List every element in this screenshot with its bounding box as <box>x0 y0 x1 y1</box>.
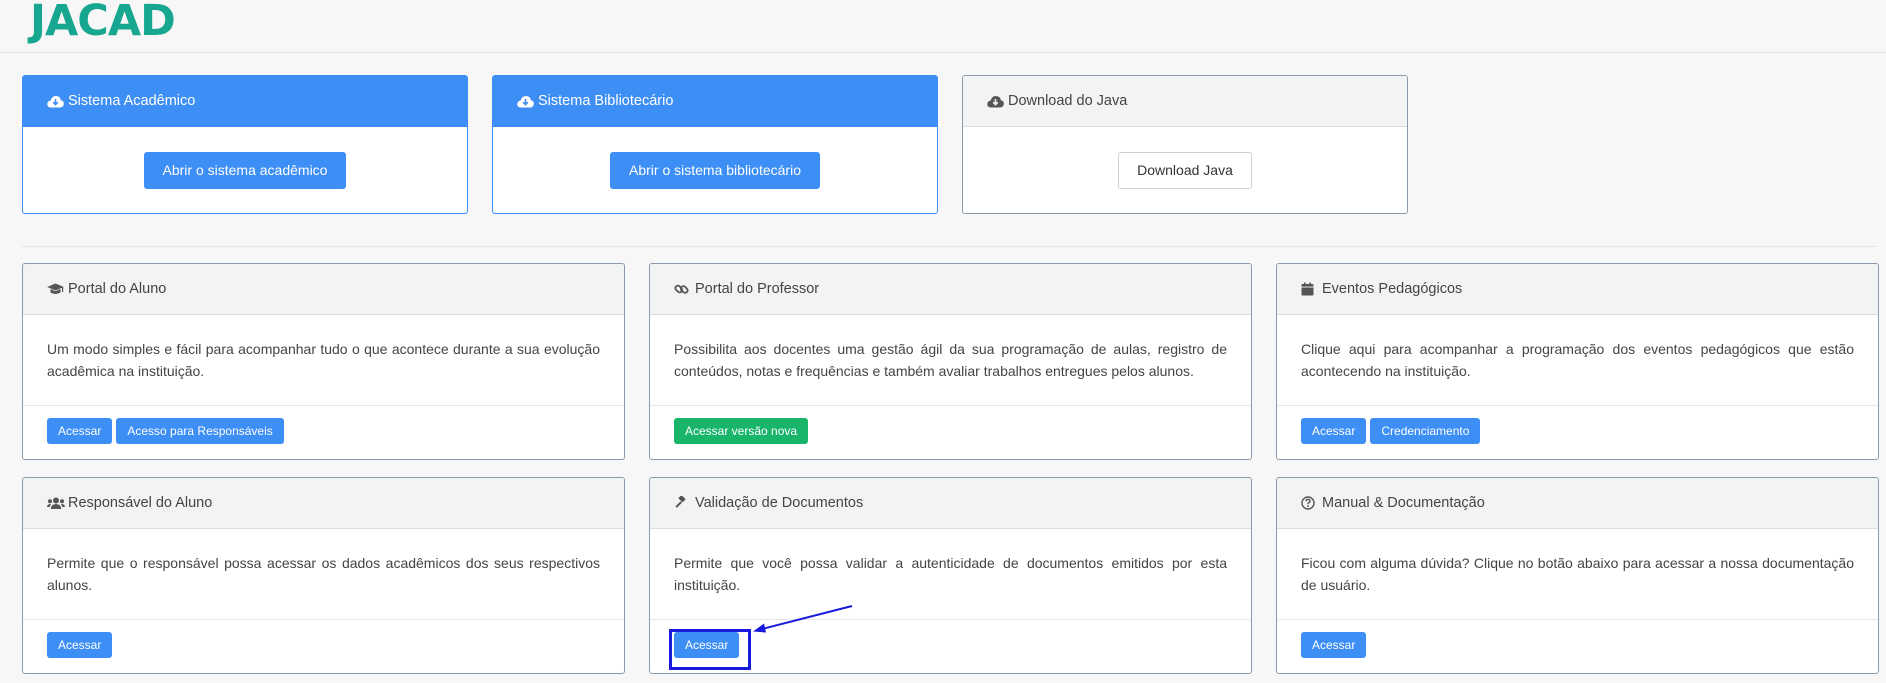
card-title: Download do Java <box>1008 93 1128 109</box>
credenciamento-button[interactable]: Credenciamento <box>1370 418 1481 444</box>
card-description: Clique aqui para acompanhar a programaçã… <box>1277 315 1878 406</box>
card-portal-professor: Portal do Professor Possibilita aos doce… <box>649 263 1252 460</box>
card-title: Portal do Aluno <box>68 281 167 297</box>
jacad-logo[interactable]: JACAD <box>30 0 176 46</box>
card-manual-documentacao: Manual & Documentação Ficou com alguma d… <box>1276 477 1879 674</box>
card-body: Abrir o sistema bibliotecário <box>493 127 937 213</box>
portal-aluno-acessar-button[interactable]: Acessar <box>47 418 113 444</box>
card-footer: Acessar versão nova <box>650 406 1251 458</box>
cloud-download-icon <box>47 95 66 108</box>
question-circle-icon <box>1301 496 1320 510</box>
card-header: Responsável do Aluno <box>23 478 624 529</box>
card-eventos-pedagogicos: Eventos Pedagógicos Clique aqui para aco… <box>1276 263 1879 460</box>
card-title: Validação de Documentos <box>695 495 864 511</box>
card-footer: Acessar <box>1277 620 1878 672</box>
gavel-icon <box>674 496 693 510</box>
card-description: Ficou com alguma dúvida? Clique no botão… <box>1277 529 1878 620</box>
card-title: Responsável do Aluno <box>68 495 213 511</box>
manual-acessar-button[interactable]: Acessar <box>1301 632 1367 658</box>
card-header: Portal do Aluno <box>23 264 624 315</box>
card-sistema-academico: Sistema Acadêmico Abrir o sistema acadêm… <box>22 75 468 214</box>
responsavel-acessar-button[interactable]: Acessar <box>47 632 113 658</box>
card-body: Download Java <box>963 127 1407 213</box>
card-description: Um modo simples e fácil para acompanhar … <box>23 315 624 406</box>
section-divider <box>22 246 1877 247</box>
card-title: Portal do Professor <box>695 281 820 297</box>
cloud-download-icon <box>987 95 1006 108</box>
link-icon <box>674 282 693 297</box>
card-header: Sistema Bibliotecário <box>493 76 937 127</box>
card-sistema-bibliotecario: Sistema Bibliotecário Abrir o sistema bi… <box>492 75 938 214</box>
annotation-highlight-box <box>669 629 751 670</box>
card-header: Validação de Documentos <box>650 478 1251 529</box>
card-description: Permite que o responsável possa acessar … <box>23 529 624 620</box>
calendar-icon <box>1301 282 1320 296</box>
annotation-arrow-icon <box>753 605 853 633</box>
card-description: Possibilita aos docentes uma gestão ágil… <box>650 315 1251 406</box>
card-title: Manual & Documentação <box>1322 495 1485 511</box>
acessar-versao-nova-button[interactable]: Acessar versão nova <box>674 418 809 444</box>
acesso-responsaveis-button[interactable]: Acesso para Responsáveis <box>116 418 284 444</box>
card-footer: Acessar Credenciamento <box>1277 406 1878 458</box>
download-java-button[interactable]: Download Java <box>1118 151 1252 189</box>
card-title: Eventos Pedagógicos <box>1322 281 1463 297</box>
card-download-java: Download do Java Download Java <box>962 75 1408 214</box>
open-library-system-button[interactable]: Abrir o sistema bibliotecário <box>610 151 820 189</box>
card-header: Sistema Acadêmico <box>23 76 467 127</box>
card-header: Portal do Professor <box>650 264 1251 315</box>
card-body: Abrir o sistema acadêmico <box>23 127 467 213</box>
eventos-acessar-button[interactable]: Acessar <box>1301 418 1367 444</box>
users-icon <box>47 497 66 509</box>
card-title: Sistema Bibliotecário <box>538 93 674 109</box>
card-footer: Acessar <box>23 620 624 672</box>
card-footer: Acessar Acesso para Responsáveis <box>23 406 624 458</box>
open-academic-system-button[interactable]: Abrir o sistema acadêmico <box>143 151 347 189</box>
card-responsavel-aluno: Responsável do Aluno Permite que o respo… <box>22 477 625 674</box>
card-header: Manual & Documentação <box>1277 478 1878 529</box>
card-portal-aluno: Portal do Aluno Um modo simples e fácil … <box>22 263 625 460</box>
card-title: Sistema Acadêmico <box>68 93 196 109</box>
graduation-cap-icon <box>47 283 66 295</box>
top-bar: JACAD <box>0 0 1886 53</box>
card-header: Download do Java <box>963 76 1407 127</box>
card-description: Permite que você possa validar a autenti… <box>650 529 1251 620</box>
card-header: Eventos Pedagógicos <box>1277 264 1878 315</box>
cloud-download-icon <box>517 95 536 108</box>
